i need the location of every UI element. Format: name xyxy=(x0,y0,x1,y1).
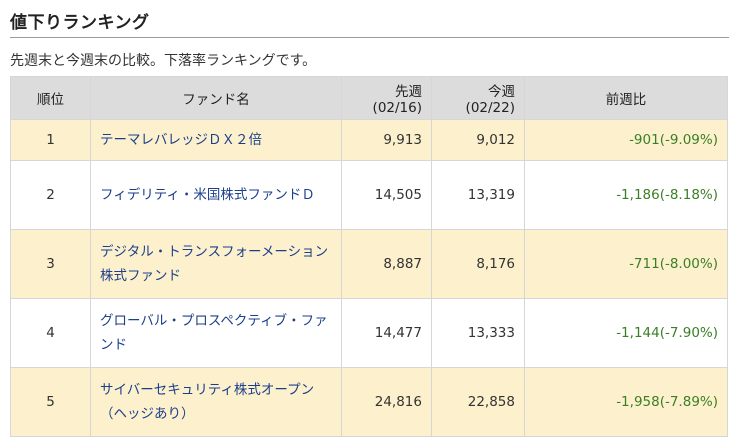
ranking-table: 順位 ファンド名 先週(02/16) 今週(02/22) 前週比 1 テーマレバ… xyxy=(10,76,728,437)
prev-week-cell: 14,505 xyxy=(341,160,432,230)
table-row: 3 デジタル・トランスフォーメーション株式ファンド 8,887 8,176 -7… xyxy=(10,229,728,299)
this-week-cell: 22,858 xyxy=(431,367,525,437)
change-cell: -1,186(-8.18%) xyxy=(524,160,728,230)
prev-week-cell: 14,477 xyxy=(341,298,432,368)
fund-link[interactable]: デジタル・トランスフォーメーション株式ファンド xyxy=(100,240,332,288)
fund-link[interactable]: テーマレバレッジＤＸ２倍 xyxy=(100,128,262,152)
this-week-cell: 9,012 xyxy=(431,119,525,161)
table-header-row: 順位 ファンド名 先週(02/16) 今週(02/22) 前週比 xyxy=(10,76,728,120)
header-prev-week: 先週(02/16) xyxy=(341,76,432,120)
header-rank: 順位 xyxy=(10,76,91,120)
rank-cell: 4 xyxy=(10,298,91,368)
table-row: 4 グローバル・プロスペクティブ・ファンド 14,477 13,333 -1,1… xyxy=(10,298,728,368)
rank-cell: 3 xyxy=(10,229,91,299)
rank-cell: 5 xyxy=(10,367,91,437)
fund-link[interactable]: フィデリティ・米国株式ファンドＤ xyxy=(100,183,315,207)
header-fund-name: ファンド名 xyxy=(90,76,342,120)
change-cell: -711(-8.00%) xyxy=(524,229,728,299)
title-divider xyxy=(10,37,729,38)
table-row: 2 フィデリティ・米国株式ファンドＤ 14,505 13,319 -1,186(… xyxy=(10,160,728,230)
table-row: 1 テーマレバレッジＤＸ２倍 9,913 9,012 -901(-9.09%) xyxy=(10,119,728,161)
header-change: 前週比 xyxy=(524,76,728,120)
change-cell: -901(-9.09%) xyxy=(524,119,728,161)
fund-link[interactable]: サイバーセキュリティ株式オープン（ヘッジあり） xyxy=(100,378,332,426)
fund-cell: グローバル・プロスペクティブ・ファンド xyxy=(90,298,342,368)
header-this-week: 今週(02/22) xyxy=(431,76,525,120)
table-row: 5 サイバーセキュリティ株式オープン（ヘッジあり） 24,816 22,858 … xyxy=(10,367,728,437)
change-cell: -1,144(-7.90%) xyxy=(524,298,728,368)
fund-cell: テーマレバレッジＤＸ２倍 xyxy=(90,119,342,161)
change-cell: -1,958(-7.89%) xyxy=(524,367,728,437)
this-week-cell: 8,176 xyxy=(431,229,525,299)
prev-week-cell: 9,913 xyxy=(341,119,432,161)
section-title: 値下りランキング xyxy=(10,13,150,33)
ranking-section: 値下りランキング 先週末と今週末の比較。下落率ランキングです。 順位 ファンド名… xyxy=(0,0,741,444)
fund-link[interactable]: グローバル・プロスペクティブ・ファンド xyxy=(100,309,332,357)
prev-week-cell: 24,816 xyxy=(341,367,432,437)
rank-cell: 2 xyxy=(10,160,91,230)
this-week-cell: 13,319 xyxy=(431,160,525,230)
prev-week-cell: 8,887 xyxy=(341,229,432,299)
fund-cell: デジタル・トランスフォーメーション株式ファンド xyxy=(90,229,342,299)
section-description: 先週末と今週末の比較。下落率ランキングです。 xyxy=(10,53,317,69)
rank-cell: 1 xyxy=(10,119,91,161)
this-week-cell: 13,333 xyxy=(431,298,525,368)
fund-cell: フィデリティ・米国株式ファンドＤ xyxy=(90,160,342,230)
fund-cell: サイバーセキュリティ株式オープン（ヘッジあり） xyxy=(90,367,342,437)
